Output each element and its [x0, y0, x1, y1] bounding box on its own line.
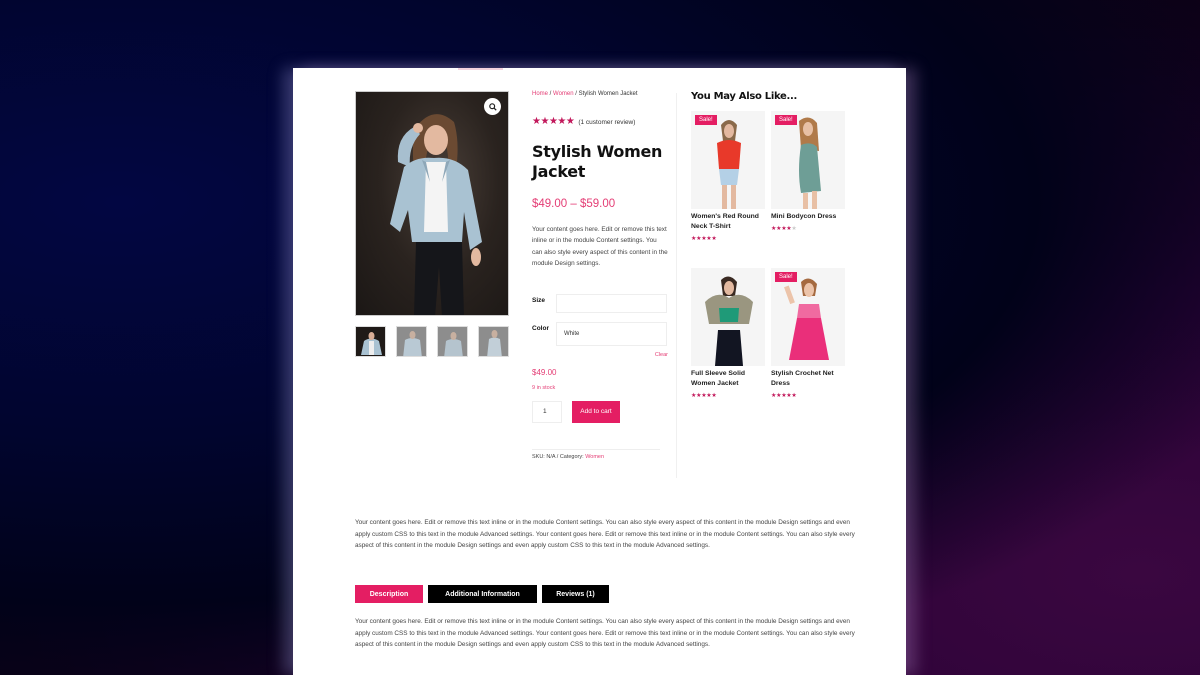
sale-badge: Sale! — [775, 272, 797, 282]
size-select[interactable] — [556, 293, 667, 313]
related-title: You May Also Like... — [691, 91, 798, 102]
price-range: $49.00 – $59.00 — [532, 198, 616, 210]
product-tabs: Description Additional Information Revie… — [355, 585, 609, 603]
tab-description[interactable]: Description — [355, 585, 423, 603]
star-rating: ★★★★★ — [532, 116, 575, 127]
thumbnail-4[interactable] — [478, 326, 509, 357]
product-photo — [784, 278, 829, 360]
top-accent-bar — [458, 68, 503, 70]
breadcrumb-women[interactable]: Women — [553, 91, 574, 97]
variations-form: Size Color White Clear — [532, 293, 668, 358]
thumbnail-gallery — [355, 326, 509, 357]
magnifier-icon — [488, 102, 497, 111]
product-main-image[interactable] — [355, 91, 509, 316]
related-product-card[interactable]: Full Sleeve Solid Women Jacket ★★★★★ — [691, 268, 765, 425]
thumbnail-image — [361, 332, 382, 355]
short-description: Your content goes here. Edit or remove t… — [532, 226, 668, 268]
breadcrumb: Home / Women / Stylish Women Jacket — [532, 91, 668, 97]
product-rating: ★★★★★ (1 customer review) — [532, 117, 668, 127]
related-product-image[interactable]: Sale! — [771, 111, 845, 209]
thumbnail-image — [444, 332, 463, 356]
tab-content: Your content goes here. Edit or remove t… — [355, 618, 855, 649]
related-product-image[interactable]: Sale! — [771, 268, 845, 366]
variation-price: $49.00 — [532, 367, 557, 377]
thumbnail-image — [403, 331, 422, 356]
thumbnail-3[interactable] — [437, 326, 468, 357]
color-label: Color — [532, 324, 549, 332]
clear-variations-link[interactable]: Clear — [532, 352, 668, 358]
related-product-card[interactable]: Sale! Mini Bodycon Dress ★★★★★ — [771, 111, 845, 268]
add-to-cart-button[interactable]: Add to cart — [572, 400, 620, 423]
star-filled-icon: ★ — [565, 116, 575, 127]
meta-divider — [532, 448, 660, 450]
zoom-button[interactable] — [484, 98, 501, 115]
product-photo — [799, 117, 821, 209]
breadcrumb-current: Stylish Women Jacket — [578, 91, 638, 97]
star-filled-icon: ★ — [557, 116, 566, 127]
star-empty-icon: ★ — [791, 226, 797, 232]
thumbnail-image — [487, 330, 502, 356]
product-summary: Home / Women / Stylish Women Jacket ★★★★… — [532, 91, 668, 460]
related-products: You May Also Like... Sale! Women's Red R… — [691, 91, 851, 425]
thumbnail-2[interactable] — [396, 326, 427, 357]
star-rating: ★★★★★ — [691, 392, 765, 399]
related-product-image[interactable] — [691, 268, 765, 366]
star-filled-icon: ★ — [711, 236, 717, 242]
thumbnail-1[interactable] — [355, 326, 386, 357]
long-description: Your content goes here. Edit or remove t… — [355, 519, 855, 550]
sale-badge: Sale! — [695, 115, 717, 125]
stock-status: 9 in stock — [532, 384, 556, 391]
star-rating: ★★★★★ — [771, 392, 845, 399]
related-product-name[interactable]: Full Sleeve Solid Women Jacket — [691, 369, 765, 389]
related-product-name[interactable]: Stylish Crochet Net Dress — [771, 369, 845, 389]
color-select[interactable]: White — [556, 321, 667, 346]
category-link[interactable]: Women — [585, 454, 604, 460]
star-rating: ★★★★★ — [691, 235, 765, 242]
related-product-name[interactable]: Women's Red Round Neck T-Shirt — [691, 212, 765, 232]
related-product-name[interactable]: Mini Bodycon Dress — [771, 212, 845, 222]
product-photo — [717, 120, 741, 209]
related-product-card[interactable]: Sale! Stylish Crochet Net Dress ★★★★★ — [771, 268, 845, 425]
sku-category-text: SKU: N/A / Category: — [532, 453, 586, 460]
breadcrumb-home[interactable]: Home — [532, 91, 548, 97]
customer-review-link[interactable]: (1 customer review) — [578, 119, 635, 126]
related-product-card[interactable]: Sale! Women's Red Round Neck T-Shirt ★★★… — [691, 111, 765, 268]
size-label: Size — [532, 296, 546, 304]
star-rating: ★★★★★ — [771, 225, 845, 232]
tab-additional-information[interactable]: Additional Information — [428, 585, 537, 603]
sale-badge: Sale! — [775, 115, 797, 125]
star-filled-icon: ★ — [540, 116, 549, 127]
product-page: Home / Women / Stylish Women Jacket ★★★★… — [293, 68, 906, 675]
tab-reviews[interactable]: Reviews (1) — [542, 585, 609, 603]
model-illustration — [390, 114, 482, 315]
star-filled-icon: ★ — [791, 393, 797, 399]
product-title: Stylish Women Jacket — [532, 142, 663, 181]
color-row: Color White — [532, 321, 668, 346]
quantity-input[interactable]: 1 — [532, 400, 562, 423]
product-photo — [705, 276, 753, 366]
product-meta: SKU: N/A / Category: Women — [532, 454, 668, 460]
add-to-cart-form: 1 Add to cart — [532, 400, 668, 423]
size-row: Size — [532, 293, 668, 313]
related-product-image[interactable]: Sale! — [691, 111, 765, 209]
column-divider — [676, 93, 677, 478]
star-filled-icon: ★ — [711, 393, 717, 399]
